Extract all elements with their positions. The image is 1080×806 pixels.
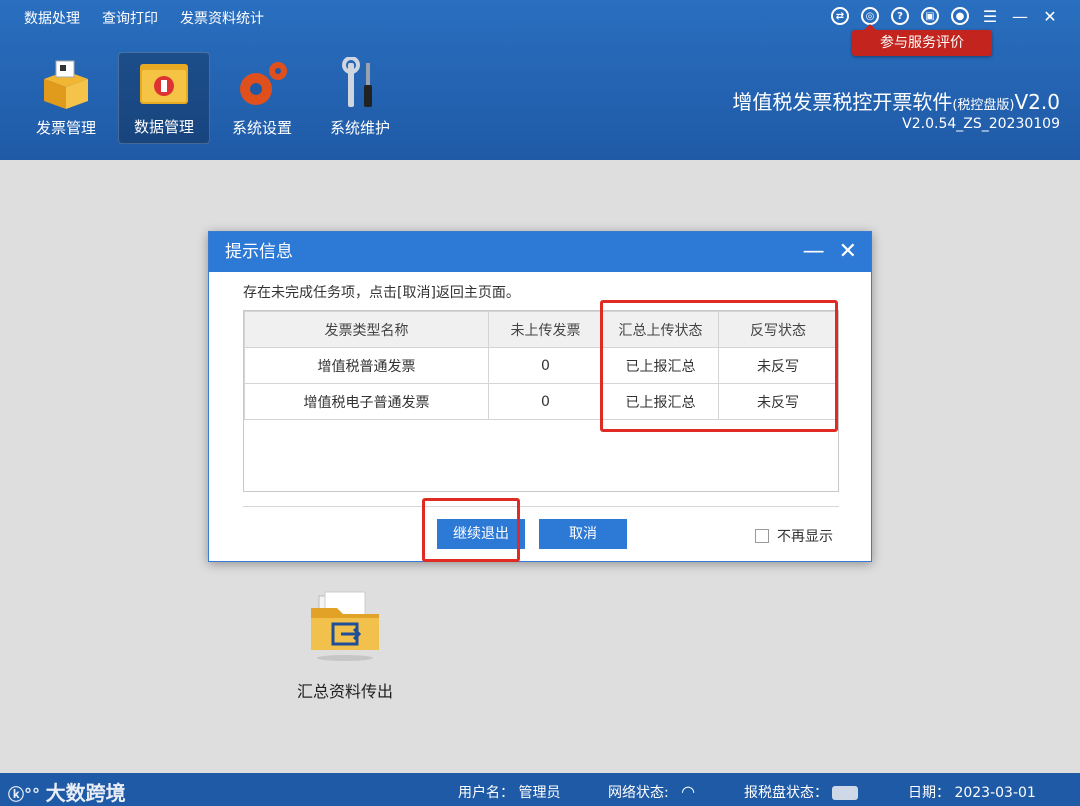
tool-invoice-management[interactable]: 发票管理 bbox=[20, 52, 112, 144]
user-icon[interactable]: ● bbox=[950, 6, 970, 26]
user-value: 管理员 bbox=[518, 785, 561, 801]
tool-system-settings[interactable]: 系统设置 bbox=[216, 52, 308, 144]
dialog-close-icon[interactable]: ✕ bbox=[839, 232, 857, 272]
column-header: 发票类型名称 bbox=[244, 311, 489, 348]
dialog-title: 提示信息 bbox=[225, 242, 293, 262]
column-header: 未上传发票 bbox=[488, 311, 603, 348]
task-table: 发票类型名称 未上传发票 汇总上传状态 反写状态 增值税普通发票 0 已上报汇总… bbox=[243, 310, 839, 492]
dont-show-again[interactable]: 不再显示 bbox=[755, 526, 833, 546]
brand-text: 大数跨境 bbox=[45, 781, 126, 805]
table-row[interactable]: 增值税普通发票 0 已上报汇总 未反写 bbox=[244, 347, 838, 384]
disk-label: 报税盘状态： bbox=[744, 785, 828, 801]
service-icon[interactable]: ◎ bbox=[860, 6, 880, 26]
gears-icon bbox=[240, 62, 287, 105]
prompt-dialog: 提示信息 — ✕ 存在未完成任务项，点击[取消]返回主页面。 发票类型名称 未上… bbox=[208, 231, 872, 562]
dialog-message: 存在未完成任务项，点击[取消]返回主页面。 bbox=[243, 285, 520, 301]
status-bar: ⓚ°° 大数跨境 用户名： 管理员 网络状态: ◠ 报税盘状态： 日期： 202… bbox=[0, 773, 1080, 806]
app-title: 增值税发票税控开票软件(税控盘版)V2.0 bbox=[732, 86, 1060, 115]
table-cell: 增值税电子普通发票 bbox=[244, 383, 489, 420]
wifi-icon: ◠ bbox=[681, 782, 696, 801]
tool-label: 数据管理 bbox=[133, 118, 194, 136]
tool-label: 系统维护 bbox=[329, 119, 390, 137]
menu-bar: 数据处理 查询打印 发票资料统计 bbox=[24, 8, 264, 28]
table-cell: 未反写 bbox=[718, 347, 838, 384]
brand-logo-icon: ⓚ°° bbox=[8, 785, 46, 804]
user-label: 用户名： bbox=[458, 785, 514, 801]
brand-watermark: ⓚ°° 大数跨境 bbox=[8, 777, 126, 806]
table-cell: 增值税普通发票 bbox=[244, 347, 489, 384]
tool-label: 发票管理 bbox=[35, 119, 96, 137]
close-icon[interactable]: ✕ bbox=[1040, 6, 1060, 26]
service-evaluation-button[interactable]: 参与服务评价 bbox=[852, 24, 992, 56]
disk-icon bbox=[832, 786, 859, 800]
continue-exit-button[interactable]: 继续退出 bbox=[437, 519, 525, 549]
tool-system-maintenance[interactable]: 系统维护 bbox=[314, 52, 406, 144]
lock-icon[interactable]: ▣ bbox=[920, 6, 940, 26]
summary-export-label: 汇总资料传出 bbox=[296, 682, 393, 701]
tool-data-management[interactable]: 数据管理 bbox=[118, 52, 210, 144]
switch-icon[interactable]: ⇄ bbox=[830, 6, 850, 26]
user-status: 用户名： 管理员 bbox=[458, 782, 560, 802]
app-edition: (税控盘版) bbox=[952, 98, 1015, 113]
column-header: 汇总上传状态 bbox=[602, 311, 719, 348]
network-status: 网络状态: ◠ bbox=[608, 782, 695, 802]
disk-status: 报税盘状态： bbox=[744, 782, 859, 802]
window-controls: ⇄ ◎ ? ▣ ● ☰ — ✕ bbox=[830, 6, 1060, 26]
dont-show-label: 不再显示 bbox=[777, 529, 833, 545]
table-cell: 未反写 bbox=[718, 383, 838, 420]
dont-show-checkbox[interactable] bbox=[755, 529, 769, 543]
app-version: V2.0.54_ZS_20230109 bbox=[902, 116, 1060, 132]
network-label: 网络状态: bbox=[608, 785, 669, 801]
menu-item-data-processing[interactable]: 数据处理 bbox=[24, 8, 80, 28]
date-value: 2023-03-01 bbox=[954, 785, 1036, 801]
folder-seal-icon bbox=[140, 64, 188, 104]
app-title-suffix: V2.0 bbox=[1014, 90, 1061, 114]
app-title-text: 增值税发票税控开票软件 bbox=[732, 90, 953, 114]
table-cell: 已上报汇总 bbox=[602, 383, 719, 420]
dialog-divider bbox=[243, 506, 839, 507]
minimize-icon[interactable]: — bbox=[1010, 6, 1030, 26]
table-cell: 已上报汇总 bbox=[602, 347, 719, 384]
main-toolbar: 发票管理 数据管理 系统设置 系统维护 bbox=[20, 52, 406, 144]
menu-item-invoice-stats[interactable]: 发票资料统计 bbox=[180, 8, 264, 28]
dialog-minimize-icon[interactable]: — bbox=[803, 232, 825, 272]
tool-label: 系统设置 bbox=[231, 119, 292, 137]
invoice-box-icon bbox=[44, 60, 88, 109]
table-row[interactable]: 增值税电子普通发票 0 已上报汇总 未反写 bbox=[244, 383, 838, 420]
column-header: 反写状态 bbox=[718, 311, 838, 348]
summary-export-item[interactable]: 汇总资料传出 bbox=[290, 590, 400, 702]
menu-icon[interactable]: ☰ bbox=[980, 6, 1000, 26]
date-label: 日期： bbox=[908, 785, 950, 801]
tools-icon bbox=[342, 57, 372, 107]
table-cell: 0 bbox=[488, 383, 603, 420]
table-cell: 0 bbox=[488, 347, 603, 384]
menu-item-query-print[interactable]: 查询打印 bbox=[102, 8, 158, 28]
app-header: 数据处理 查询打印 发票资料统计 ⇄ ◎ ? ▣ ● ☰ — ✕ 参与服务评价 … bbox=[0, 0, 1080, 160]
date-status: 日期： 2023-03-01 bbox=[908, 782, 1036, 802]
cancel-button[interactable]: 取消 bbox=[539, 519, 627, 549]
dialog-titlebar: 提示信息 — ✕ bbox=[209, 232, 871, 272]
help-icon[interactable]: ? bbox=[890, 6, 910, 26]
folder-export-icon bbox=[311, 591, 379, 661]
